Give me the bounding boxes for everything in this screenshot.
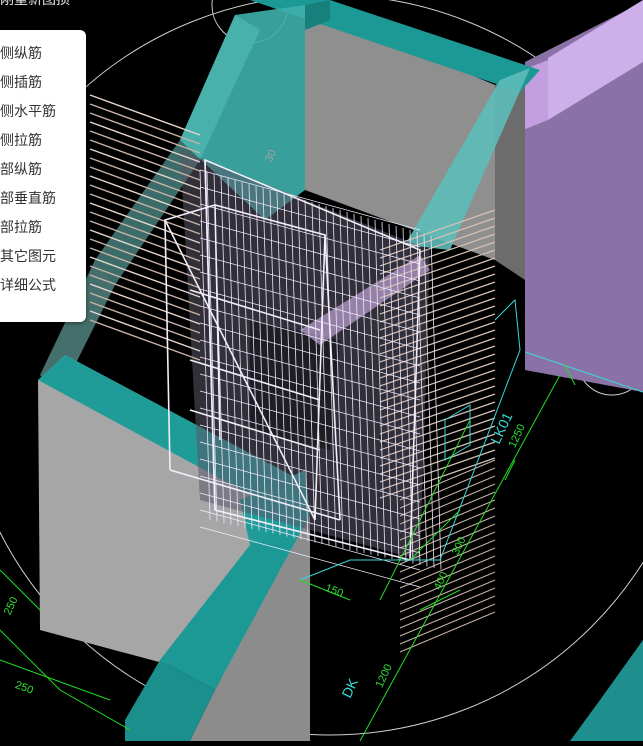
rebar-bar bbox=[89, 283, 201, 325]
menu-item-side-tie-rebar[interactable]: 侧拉筋 bbox=[0, 129, 42, 153]
rebar-bar bbox=[89, 301, 201, 343]
rebar-bar bbox=[89, 292, 201, 334]
panel-title: 刚重新图损 bbox=[0, 0, 70, 8]
purple-wall bbox=[518, 0, 643, 392]
menu-item-side-longitudinal-rebar[interactable]: 侧纵筋 bbox=[0, 42, 42, 66]
rebar-bar bbox=[89, 94, 201, 136]
rebar-bar bbox=[399, 595, 496, 637]
menu-item-side-dowel-rebar[interactable]: 侧插筋 bbox=[0, 71, 42, 95]
rebar-bar bbox=[89, 103, 201, 145]
rebar-bar bbox=[399, 563, 496, 605]
rebar-bar bbox=[399, 603, 496, 645]
menu-item-bottom-longitudinal-rebar[interactable]: 部纵筋 bbox=[0, 158, 42, 182]
rebar-filter-menu: 侧纵筋 侧插筋 侧水平筋 侧拉筋 部纵筋 部垂直筋 部拉筋 其它图元 详细公式 bbox=[0, 30, 86, 322]
rebar-bar bbox=[399, 587, 496, 629]
rebar-bar bbox=[89, 319, 201, 361]
rebar-bar bbox=[89, 310, 201, 352]
menu-item-detailed-formula[interactable]: 详细公式 bbox=[0, 274, 56, 298]
menu-item-side-horizontal-rebar[interactable]: 侧水平筋 bbox=[0, 100, 56, 124]
rebar-bar bbox=[399, 579, 496, 621]
rebar-bar bbox=[399, 611, 496, 653]
menu-item-bottom-tie-rebar[interactable]: 部拉筋 bbox=[0, 216, 42, 240]
3d-viewport[interactable]: 1250 1200 300 400 250 250 150 30 LK01 DK… bbox=[0, 0, 643, 746]
teal-beam-bottom-right bbox=[570, 640, 643, 741]
menu-item-bottom-vertical-rebar[interactable]: 部垂直筋 bbox=[0, 187, 56, 211]
menu-item-other-elements[interactable]: 其它图元 bbox=[0, 245, 56, 269]
